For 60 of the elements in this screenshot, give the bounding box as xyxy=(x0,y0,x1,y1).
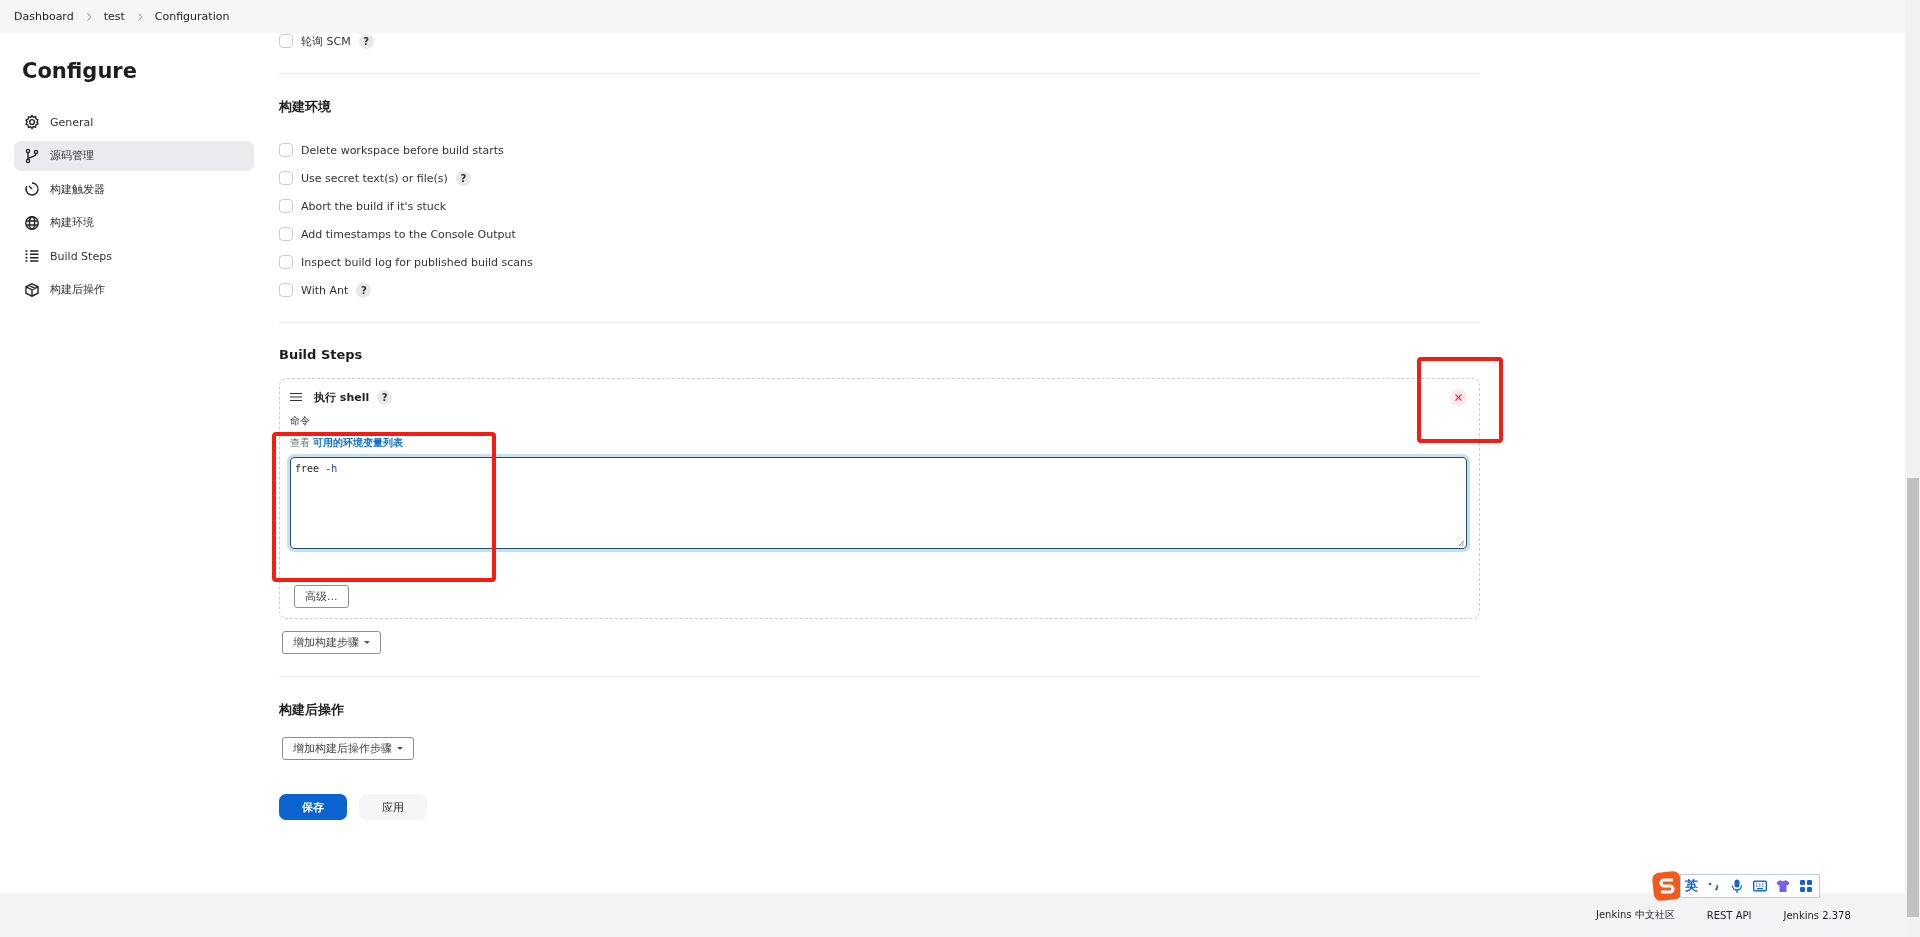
close-icon xyxy=(1455,393,1462,401)
checkbox[interactable] xyxy=(279,171,293,185)
field-label: 命令 xyxy=(290,414,311,428)
advanced-button[interactable]: 高级... xyxy=(294,585,349,608)
hint-text: 查看 xyxy=(290,437,310,448)
section-heading: 构建环境 xyxy=(279,98,332,116)
ime-mode-toggle[interactable]: 英 xyxy=(1685,877,1698,895)
option-label: 轮询 SCM xyxy=(301,33,351,49)
shirt-icon xyxy=(1776,879,1790,893)
sidebar-item[interactable]: General xyxy=(14,107,254,137)
step-title: 执行 shell xyxy=(314,389,370,405)
option-label: Add timestamps to the Console Output xyxy=(301,227,516,241)
sidebar-item[interactable]: 源码管理 xyxy=(14,140,254,171)
add-step-dropdown[interactable]: 增加构建步骤 xyxy=(282,631,381,654)
sidebar-item[interactable]: 构建后操作 xyxy=(14,274,254,305)
add-step-dropdown[interactable]: 增加构建后操作步骤 xyxy=(282,737,414,760)
checkbox[interactable] xyxy=(279,283,293,297)
footer-link[interactable]: Jenkins 2.378 xyxy=(1783,909,1851,921)
resize-grip-icon xyxy=(1458,540,1464,546)
sidebar-item[interactable]: Build Steps xyxy=(14,241,254,271)
help-icon[interactable]: ? xyxy=(455,170,471,186)
save-button[interactable]: 保存 xyxy=(279,794,347,820)
sidebar-item[interactable]: 构建环境 xyxy=(14,207,254,238)
microphone-icon xyxy=(1730,879,1744,893)
scrollbar[interactable] xyxy=(1905,0,1920,937)
checkbox[interactable] xyxy=(279,34,293,48)
apply-button[interactable]: 应用 xyxy=(359,794,427,820)
help-icon[interactable]: ? xyxy=(377,389,393,405)
drag-handle-icon xyxy=(290,392,302,402)
breadcrumb-link[interactable]: Configuration xyxy=(154,10,230,23)
section-heading: 构建后操作 xyxy=(279,701,345,719)
keyboard-icon xyxy=(1753,879,1767,893)
list-icon xyxy=(24,248,40,264)
package-icon xyxy=(24,281,40,298)
timer-icon xyxy=(24,181,40,197)
checkbox[interactable] xyxy=(279,255,293,269)
branch-icon xyxy=(24,147,40,164)
page-title: Configure xyxy=(22,59,138,83)
sidebar-item[interactable]: 构建触发器 xyxy=(14,174,254,204)
option-label: With Ant xyxy=(301,283,349,297)
delete-button[interactable] xyxy=(1450,388,1467,406)
option-label: Inspect build log for published build scans xyxy=(301,255,533,269)
checkbox[interactable] xyxy=(279,199,293,213)
breadcrumb-link[interactable]: Dashboard xyxy=(14,10,74,23)
grid-icon xyxy=(1799,879,1813,893)
checkbox[interactable] xyxy=(279,227,293,241)
breadcrumb-link[interactable]: test xyxy=(103,10,125,23)
globe-icon xyxy=(24,214,40,231)
option-label: Abort the build if it's stuck xyxy=(301,199,447,213)
gear-icon xyxy=(24,114,40,130)
option-label: Use secret text(s) or file(s) xyxy=(301,171,448,185)
env-vars-link[interactable]: 可用的环境变量列表 xyxy=(313,437,404,448)
command-field[interactable]: free -h xyxy=(290,457,1467,549)
footer-link[interactable]: Jenkins 中文社区 xyxy=(1596,908,1675,922)
footer-link[interactable]: REST API xyxy=(1706,909,1752,921)
help-icon[interactable]: ? xyxy=(356,282,372,298)
help-icon[interactable]: ? xyxy=(358,33,374,49)
option-label: Delete workspace before build starts xyxy=(301,143,504,157)
checkbox[interactable] xyxy=(279,143,293,157)
section-heading: Build Steps xyxy=(279,347,364,362)
